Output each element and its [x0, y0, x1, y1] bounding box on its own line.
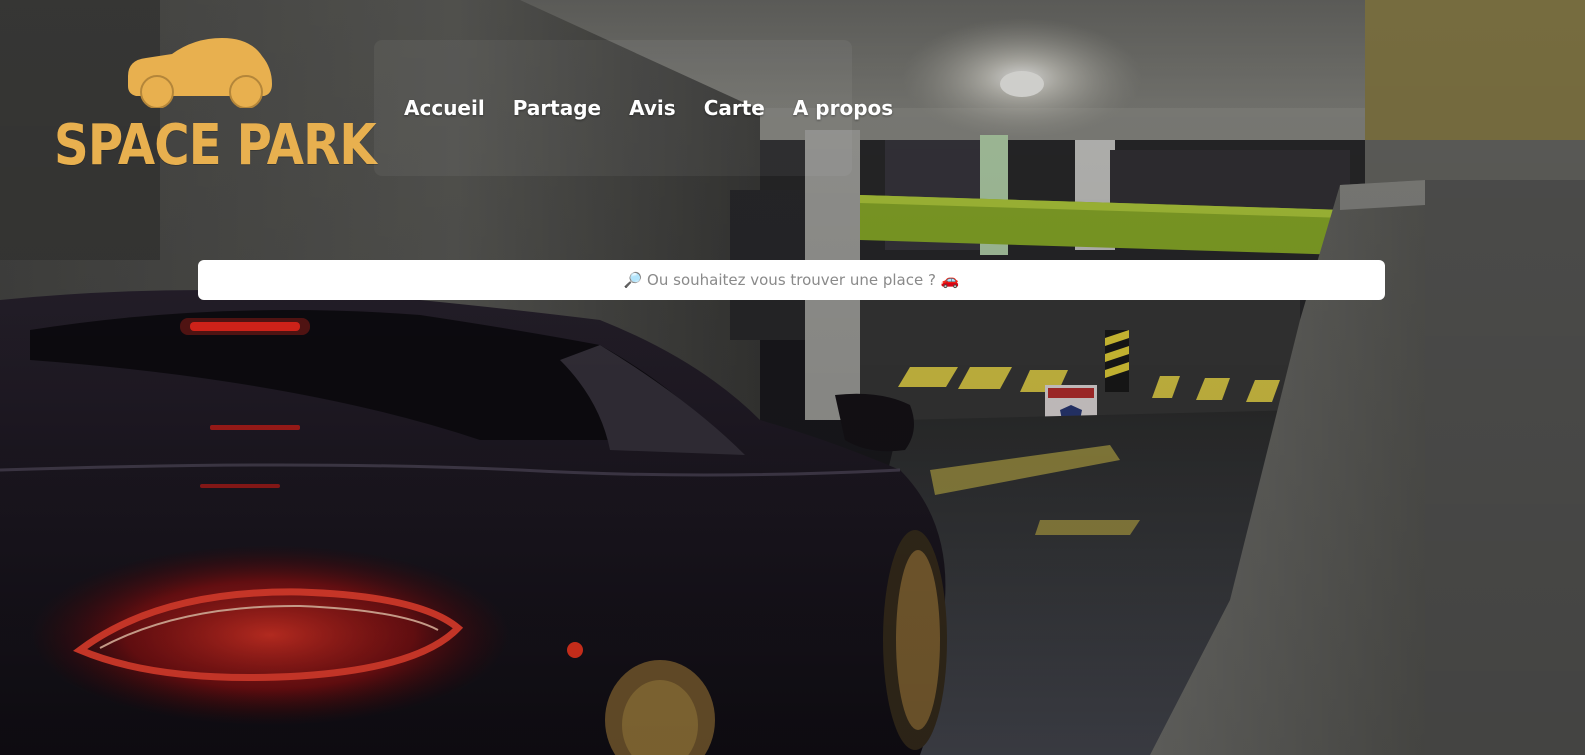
- main-nav: Accueil Partage Avis Carte A propos: [374, 40, 893, 176]
- nav-item-avis[interactable]: Avis: [629, 96, 676, 120]
- search-bar: [198, 259, 1385, 301]
- nav-item-a-propos[interactable]: A propos: [793, 96, 893, 120]
- search-input[interactable]: [198, 259, 1385, 301]
- page: SPACE PARK Accueil Partage Avis Carte A …: [0, 0, 1585, 755]
- brand-logo[interactable]: SPACE PARK: [54, 36, 377, 181]
- brand-name: SPACE PARK: [54, 113, 377, 178]
- car-icon: [128, 38, 272, 108]
- nav-item-accueil[interactable]: Accueil: [404, 96, 485, 120]
- nav-item-carte[interactable]: Carte: [704, 96, 765, 120]
- nav-item-partage[interactable]: Partage: [513, 96, 601, 120]
